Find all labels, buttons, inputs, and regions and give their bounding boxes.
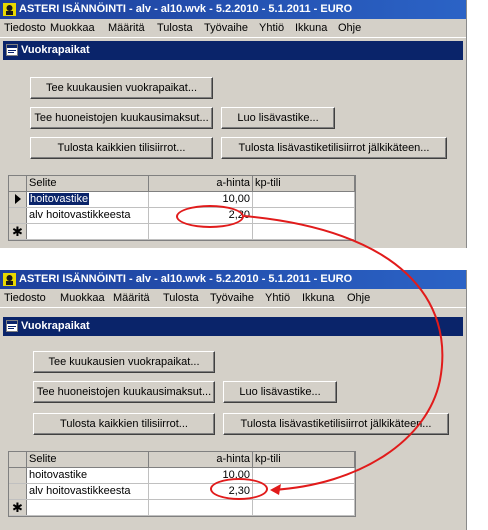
menu-tiedosto[interactable]: Tiedosto <box>4 19 46 37</box>
window-title-bar: Vuokrapaikat <box>3 41 463 60</box>
print-addon-transfers-button[interactable]: Tulosta lisävastiketilisiirrot jälkikäte… <box>221 137 447 159</box>
row-description: hoitovastike <box>29 193 90 205</box>
header-selite[interactable]: Selite <box>27 176 149 191</box>
row-description[interactable]: alv hoitovastikkeesta <box>27 208 149 223</box>
menu-tiedosto[interactable]: Tiedosto <box>4 289 46 307</box>
menu-muokkaa[interactable]: Muokkaa <box>60 289 105 307</box>
room-fees-button[interactable]: Tee huoneistojen kuukausimaksut... <box>30 107 213 129</box>
room-fees-button[interactable]: Tee huoneistojen kuukausimaksut... <box>33 381 215 403</box>
menu-ohje[interactable]: Ohje <box>338 19 361 37</box>
new-row[interactable]: ✱ <box>9 224 355 240</box>
window-title: Vuokrapaikat <box>21 44 90 56</box>
header-a-hinta[interactable]: a-hinta <box>149 452 253 467</box>
print-all-transfers-button[interactable]: Tulosta kaikkien tilisiirrot... <box>33 413 215 435</box>
table-row[interactable]: alv hoitovastikkeesta 2,30 <box>9 484 355 500</box>
window-icon <box>6 320 18 332</box>
create-addon-button[interactable]: Luo lisävastike... <box>223 381 337 403</box>
asteri-app-icon <box>3 273 16 286</box>
menu-maarita[interactable]: Määritä <box>113 289 150 307</box>
monthly-rentals-button[interactable]: Tee kuukausien vuokrapaikat... <box>33 351 215 373</box>
menu-tulosta[interactable]: Tulosta <box>157 19 193 37</box>
header-kp-tili[interactable]: kp-tili <box>253 452 355 467</box>
header-selite[interactable]: Selite <box>27 452 149 467</box>
menu-ohje[interactable]: Ohje <box>347 289 370 307</box>
charges-grid: Selite a-hinta kp-tili hoitovastike 10,0… <box>8 175 356 241</box>
header-a-hinta[interactable]: a-hinta <box>149 176 253 191</box>
row-description[interactable]: hoitovastike <box>27 468 149 483</box>
app-title: ASTERI ISÄNNÖINTI - alv - al10.wvk - 5.2… <box>19 273 353 285</box>
row-account[interactable] <box>253 208 355 223</box>
window-title-bar: Vuokrapaikat <box>3 317 463 336</box>
app-title-bar: ASTERI ISÄNNÖINTI - alv - al10.wvk - 5.2… <box>0 0 466 19</box>
new-row[interactable]: ✱ <box>9 500 355 516</box>
new-row-asterisk-icon: ✱ <box>9 224 27 239</box>
menu-bar: Tiedosto Muokkaa Määritä Tulosta Työvaih… <box>0 19 466 38</box>
menu-maarita[interactable]: Määritä <box>108 19 145 37</box>
menu-tulosta[interactable]: Tulosta <box>163 289 199 307</box>
row-account[interactable] <box>253 484 355 499</box>
menu-yhtio[interactable]: Yhtiö <box>259 19 284 37</box>
print-addon-transfers-button[interactable]: Tulosta lisävastiketilisiirrot jälkikäte… <box>223 413 449 435</box>
table-row[interactable]: hoitovastike 10,00 <box>9 192 355 208</box>
new-row-asterisk-icon: ✱ <box>9 500 27 515</box>
menu-bar: Tiedosto Muokkaa Määritä Tulosta Työvaih… <box>0 289 466 308</box>
row-account[interactable] <box>253 468 355 483</box>
create-addon-button[interactable]: Luo lisävastike... <box>221 107 335 129</box>
row-account[interactable] <box>253 192 355 207</box>
charges-grid: Selite a-hinta kp-tili hoitovastike 10,0… <box>8 451 356 517</box>
menu-ikkuna[interactable]: Ikkuna <box>295 19 327 37</box>
menu-ikkuna[interactable]: Ikkuna <box>302 289 334 307</box>
annotation-oval-after <box>210 478 268 500</box>
app-title: ASTERI ISÄNNÖINTI - alv - al10.wvk - 5.2… <box>19 3 353 15</box>
header-kp-tili[interactable]: kp-tili <box>253 176 355 191</box>
asteri-app-icon <box>3 3 16 16</box>
print-all-transfers-button[interactable]: Tulosta kaikkien tilisiirrot... <box>30 137 213 159</box>
window-icon <box>6 44 18 56</box>
row-pointer-icon[interactable] <box>9 192 27 207</box>
app-title-bar: ASTERI ISÄNNÖINTI - alv - al10.wvk - 5.2… <box>0 270 466 289</box>
window-title: Vuokrapaikat <box>21 320 90 332</box>
menu-muokkaa[interactable]: Muokkaa <box>50 19 95 37</box>
menu-yhtio[interactable]: Yhtiö <box>265 289 290 307</box>
menu-tyovaihe[interactable]: Työvaihe <box>210 289 254 307</box>
menu-tyovaihe[interactable]: Työvaihe <box>204 19 248 37</box>
monthly-rentals-button[interactable]: Tee kuukausien vuokrapaikat... <box>30 77 213 99</box>
row-description[interactable]: alv hoitovastikkeesta <box>27 484 149 499</box>
annotation-oval-before <box>176 205 244 228</box>
grid-header: Selite a-hinta kp-tili <box>9 176 355 192</box>
table-row[interactable]: hoitovastike 10,00 <box>9 468 355 484</box>
grid-header: Selite a-hinta kp-tili <box>9 452 355 468</box>
